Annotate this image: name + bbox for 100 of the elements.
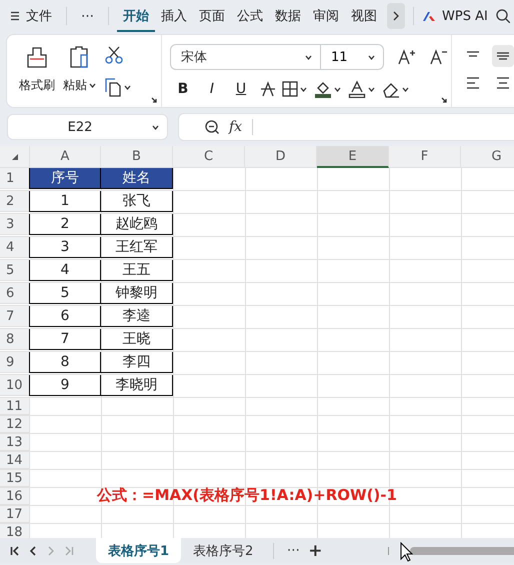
table-cell: 8: [60, 354, 70, 370]
row-number[interactable]: 12: [0, 416, 30, 433]
horizontal-scrollbar[interactable]: [410, 546, 514, 554]
row-number[interactable]: 10: [0, 375, 30, 396]
row-number[interactable]: 1: [0, 168, 30, 189]
row-number[interactable]: 8: [0, 329, 30, 350]
file-menu[interactable]: 文件: [20, 0, 58, 32]
column-header[interactable]: E: [317, 146, 389, 168]
ribbon-tab[interactable]: 页面: [193, 0, 231, 32]
mouse-cursor-icon: [400, 542, 413, 562]
copy-icon: [104, 77, 122, 97]
fill-color-button[interactable]: [314, 80, 341, 98]
table-cell: 王晓: [122, 330, 150, 348]
caret-icon: [152, 124, 159, 130]
caret-icon: [334, 86, 341, 92]
function-button[interactable]: fx: [229, 119, 242, 135]
italic-button[interactable]: I: [199, 78, 225, 100]
name-box[interactable]: E22: [7, 114, 168, 140]
font-color-icon: [348, 80, 366, 98]
ribbon-tab[interactable]: 数据: [269, 0, 307, 32]
copy-button[interactable]: [104, 77, 131, 97]
row-number[interactable]: 4: [0, 237, 30, 258]
column-header[interactable]: C: [173, 146, 245, 168]
ribbon-tab[interactable]: 公式: [231, 0, 269, 32]
brush-icon: [26, 45, 48, 69]
table-cell: 王五: [122, 261, 150, 279]
row-number[interactable]: 5: [0, 260, 30, 281]
row-number[interactable]: 16: [0, 488, 30, 505]
more-sheets-button[interactable]: ⋯: [282, 543, 304, 558]
table-cell: 王红军: [116, 238, 158, 256]
caret-icon: [305, 54, 312, 60]
decrease-font-button[interactable]: [430, 49, 448, 65]
column-title: 序号: [51, 169, 79, 187]
align-middle-button[interactable]: [492, 45, 514, 67]
align-left-icon: [466, 77, 480, 89]
align-middle-icon: [496, 51, 510, 61]
corner-icon: [12, 154, 18, 160]
chevron-right-icon: [393, 11, 399, 21]
sheet-tab[interactable]: 表格序号1: [96, 538, 182, 563]
ribbon-tab[interactable]: 开始: [117, 0, 155, 32]
caret-icon: [300, 86, 307, 92]
table-cell: 2: [60, 216, 70, 232]
caret-icon: [89, 83, 96, 88]
row-number[interactable]: 17: [0, 506, 30, 523]
paste-button[interactable]: 粘贴: [63, 45, 96, 107]
bold-button[interactable]: B: [170, 78, 196, 100]
caret-icon: [368, 86, 375, 92]
table-cell: 赵屹鸥: [116, 215, 158, 233]
table-cell: 李晓明: [116, 376, 158, 394]
row-number[interactable]: 3: [0, 214, 30, 235]
ribbon-tab[interactable]: 视图: [345, 0, 383, 32]
row-number[interactable]: 2: [0, 191, 30, 212]
column-header[interactable]: A: [30, 146, 101, 168]
sheet-tab[interactable]: 表格序号2: [181, 538, 266, 563]
row-number[interactable]: 11: [0, 398, 30, 415]
font-color-button[interactable]: [348, 80, 375, 98]
add-sheet-button[interactable]: +: [304, 540, 326, 560]
wps-ai-button[interactable]: WPS AI: [436, 0, 494, 32]
column-header[interactable]: G: [461, 146, 514, 168]
row-number[interactable]: 6: [0, 283, 30, 304]
wps-ai-logo-icon: [422, 10, 436, 22]
increase-font-button[interactable]: [398, 49, 416, 65]
select-all-corner[interactable]: [0, 146, 30, 168]
row-number[interactable]: 13: [0, 434, 30, 451]
ribbon-tab[interactable]: 审阅: [307, 0, 345, 32]
column-header[interactable]: D: [245, 146, 317, 168]
next-button[interactable]: [387, 3, 405, 29]
table-cell: 3: [60, 239, 70, 255]
row-number[interactable]: 14: [0, 452, 30, 469]
increase-font-icon: [398, 49, 416, 65]
table-cell: 4: [60, 262, 70, 278]
more-button[interactable]: ⋯: [75, 0, 100, 32]
table-cell: 张飞: [122, 192, 150, 210]
underline-button[interactable]: U: [228, 78, 254, 100]
align-center-icon: [496, 77, 510, 89]
menu-icon: [10, 11, 20, 21]
grid-icon: [282, 81, 298, 97]
font-size-dropdown[interactable]: 11: [321, 45, 383, 69]
table-cell: 5: [60, 285, 70, 301]
column-header[interactable]: B: [101, 146, 173, 168]
decrease-font-icon: [430, 49, 448, 65]
ribbon-tab[interactable]: 插入: [155, 0, 193, 32]
zoom-out-icon: [205, 120, 219, 134]
paint-bucket-icon: [314, 80, 332, 98]
cut-button[interactable]: [104, 45, 124, 65]
borders-button[interactable]: [282, 81, 307, 97]
row-number[interactable]: 7: [0, 306, 30, 327]
dialog-launcher-icon: [441, 97, 447, 103]
font-dropdown[interactable]: 宋体: [171, 45, 321, 69]
column-header[interactable]: F: [389, 146, 461, 168]
caret-icon: [402, 86, 409, 92]
first-sheet-icon: [10, 546, 20, 556]
row-number[interactable]: 15: [0, 470, 30, 487]
table-cell: 李四: [122, 353, 150, 371]
format-painter-button[interactable]: 格式刷: [19, 45, 55, 107]
formula-note: 公式：=MAX(表格序号1!A:A)+ROW()-1: [97, 486, 397, 505]
row-number[interactable]: 9: [0, 352, 30, 373]
table-cell: 9: [60, 377, 70, 393]
row-number[interactable]: 18: [0, 524, 30, 538]
table-cell: 6: [60, 308, 70, 324]
